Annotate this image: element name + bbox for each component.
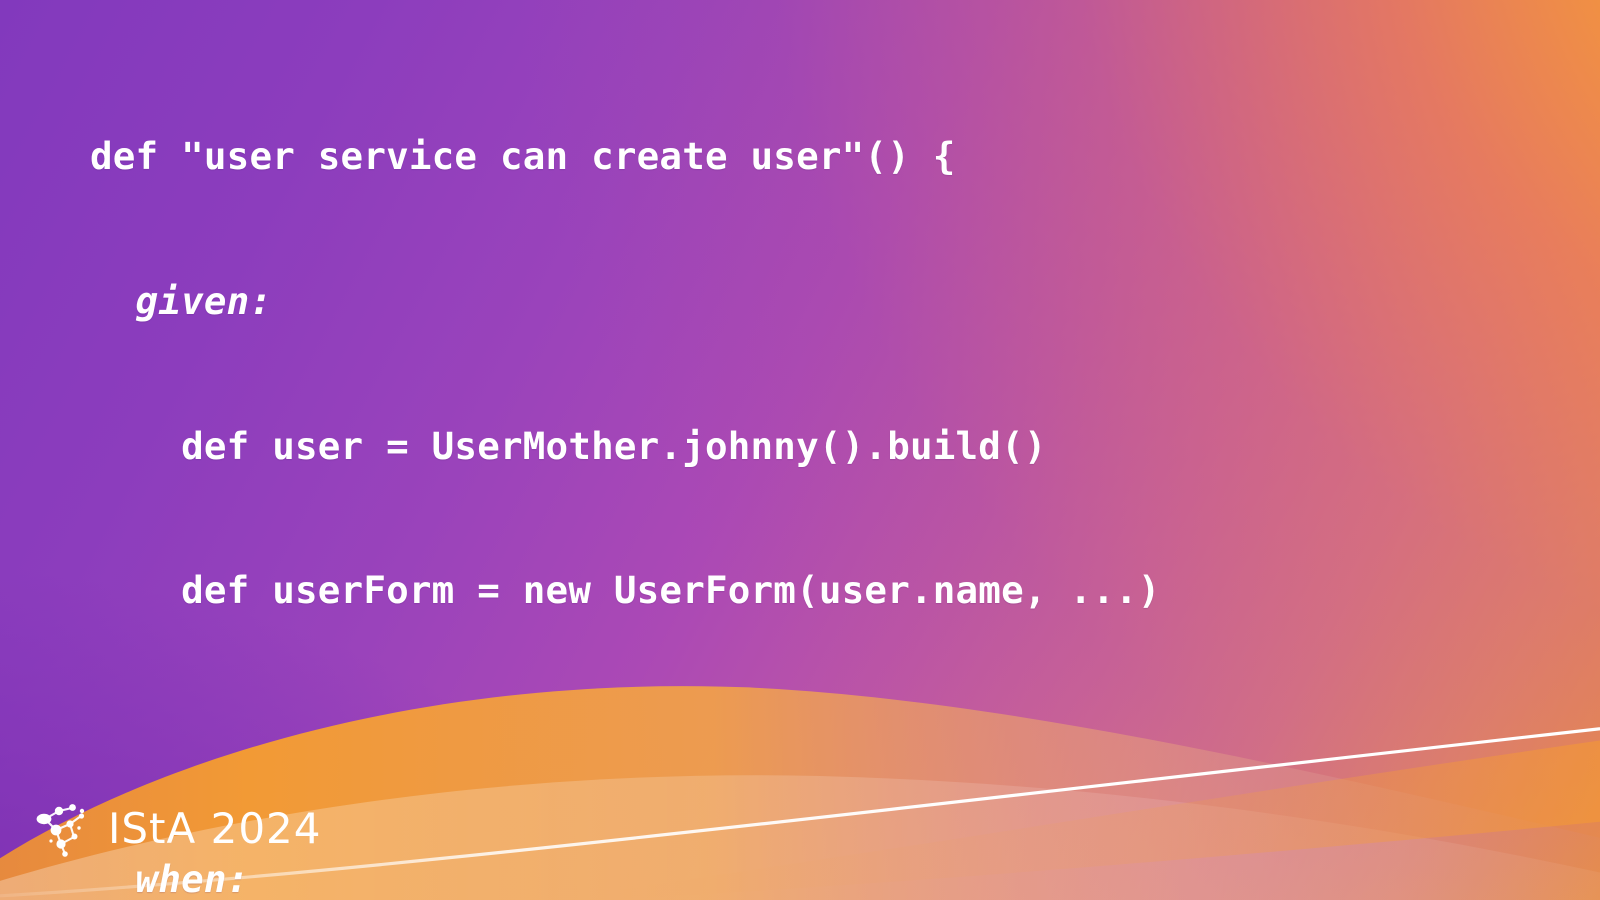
logo-text: IStA 2024 [108,804,322,853]
code-line: def "user service can create user"() { [90,134,956,179]
conference-logo: IStA 2024 [34,800,321,858]
code-line: def user = UserMother.johnny().build() [90,423,1047,468]
network-nodes-icon [36,804,85,857]
slide-root: def "user service can create user"() { g… [0,0,1600,900]
code-line-given: given: [90,279,273,324]
code-block: def "user service can create user"() { g… [90,36,1274,900]
code-line: def userForm = new UserForm(user.name, .… [90,568,1161,613]
code-line-when: when: [90,857,250,900]
